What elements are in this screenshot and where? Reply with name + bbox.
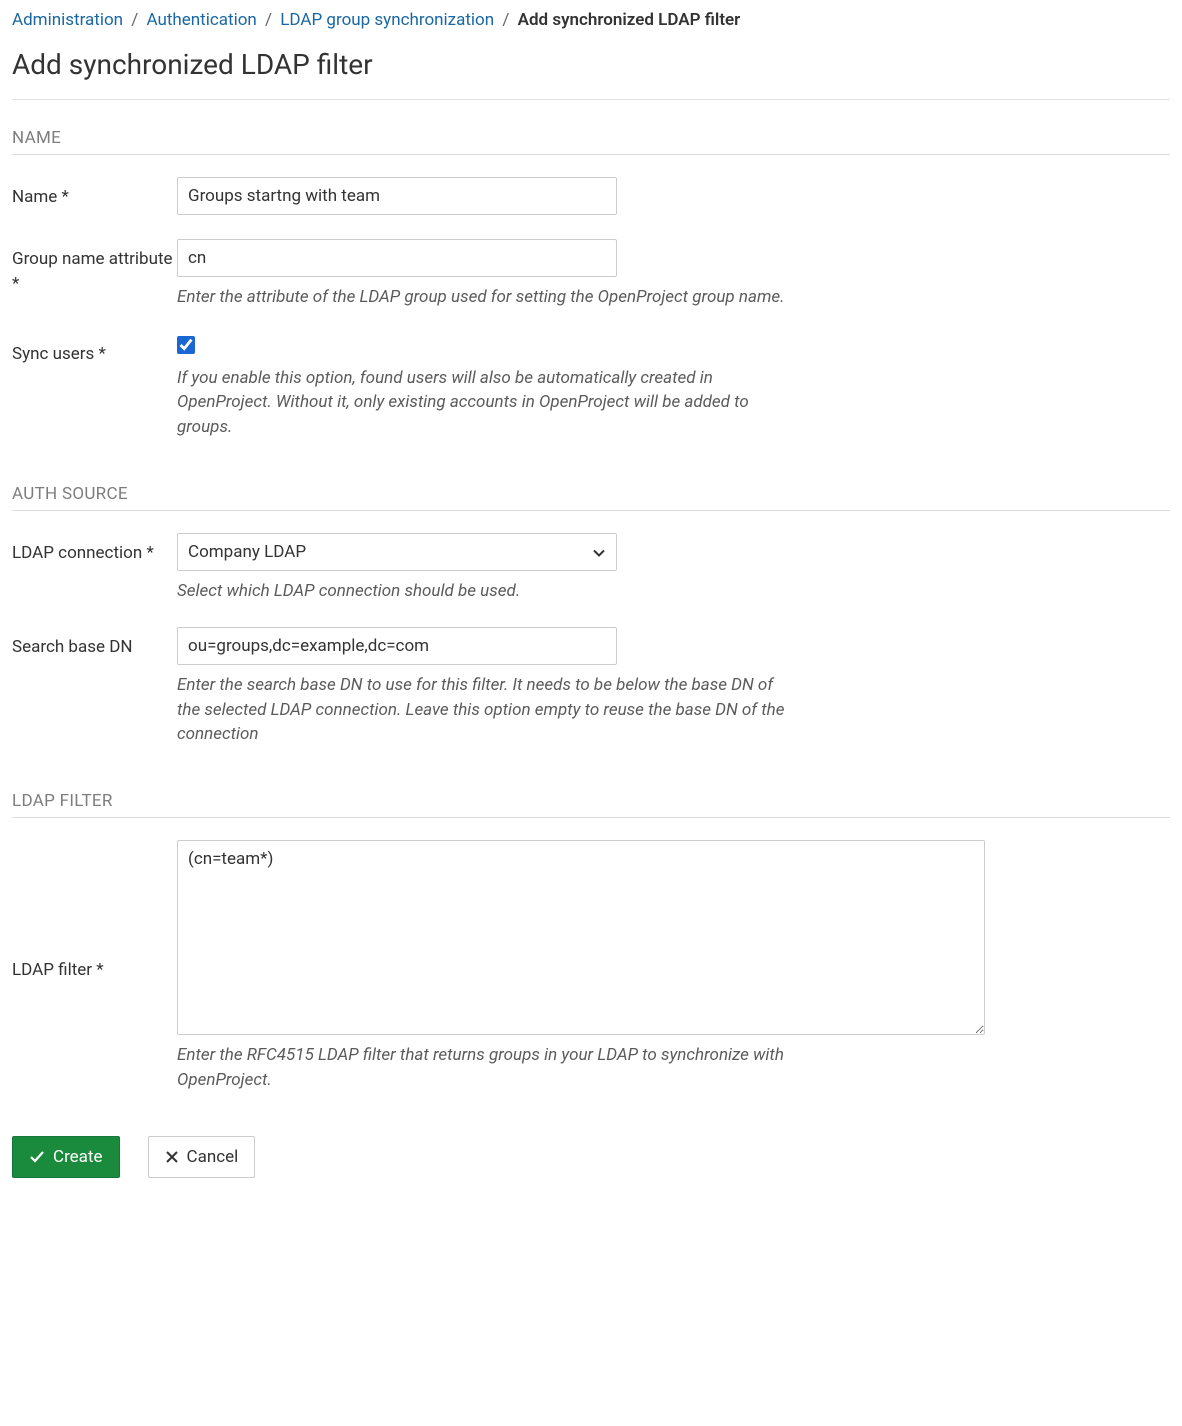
label-ldap-connection: LDAP connection *: [12, 533, 177, 566]
close-icon: [165, 1150, 179, 1164]
breadcrumb: Administration / Authentication / LDAP g…: [12, 10, 1170, 30]
section-header-ldap-filter: LDAP filter: [12, 791, 1170, 818]
form-row-ldap-filter: LDAP filter * Enter the RFC4515 LDAP fil…: [12, 840, 1170, 1092]
breadcrumb-link-administration[interactable]: Administration: [12, 10, 123, 30]
group-name-attribute-input[interactable]: [177, 239, 617, 277]
breadcrumb-link-ldap-group-sync[interactable]: LDAP group synchronization: [280, 10, 494, 30]
ldap-filter-textarea[interactable]: [177, 840, 985, 1035]
label-ldap-filter: LDAP filter *: [12, 950, 177, 983]
label-search-base-dn: Search base DN: [12, 627, 177, 660]
help-sync-users: If you enable this option, found users w…: [177, 366, 797, 440]
breadcrumb-separator: /: [131, 10, 138, 30]
breadcrumb-separator: /: [265, 10, 272, 30]
name-input[interactable]: [177, 177, 617, 215]
cancel-button[interactable]: Cancel: [148, 1136, 256, 1178]
breadcrumb-link-authentication[interactable]: Authentication: [146, 10, 256, 30]
form-row-group-name-attribute: Group name attribute * Enter the attribu…: [12, 239, 1170, 310]
form-row-sync-users: Sync users * If you enable this option, …: [12, 334, 1170, 440]
search-base-dn-input[interactable]: [177, 627, 617, 665]
section-header-name: Name: [12, 128, 1170, 155]
help-ldap-filter: Enter the RFC4515 LDAP filter that retur…: [177, 1043, 797, 1092]
help-group-name-attribute: Enter the attribute of the LDAP group us…: [177, 285, 797, 310]
sync-users-checkbox[interactable]: [177, 336, 195, 354]
create-button-label: Create: [53, 1147, 103, 1167]
title-divider: [12, 99, 1170, 100]
help-ldap-connection: Select which LDAP connection should be u…: [177, 579, 797, 604]
help-search-base-dn: Enter the search base DN to use for this…: [177, 673, 797, 747]
label-name: Name *: [12, 177, 177, 210]
form-row-name: Name *: [12, 177, 1170, 215]
breadcrumb-separator: /: [502, 10, 509, 30]
section-header-auth-source: Auth source: [12, 484, 1170, 511]
create-button[interactable]: Create: [12, 1136, 120, 1178]
cancel-button-label: Cancel: [187, 1147, 239, 1167]
ldap-connection-select[interactable]: Company LDAP: [177, 533, 617, 571]
label-sync-users: Sync users *: [12, 334, 177, 367]
page-title: Add synchronized LDAP filter: [12, 48, 1170, 81]
breadcrumb-current: Add synchronized LDAP filter: [518, 10, 741, 30]
check-icon: [29, 1149, 45, 1165]
form-row-search-base-dn: Search base DN Enter the search base DN …: [12, 627, 1170, 747]
form-row-ldap-connection: LDAP connection * Company LDAP Select wh…: [12, 533, 1170, 604]
button-row: Create Cancel: [12, 1136, 1170, 1178]
label-group-name-attribute: Group name attribute *: [12, 239, 177, 296]
